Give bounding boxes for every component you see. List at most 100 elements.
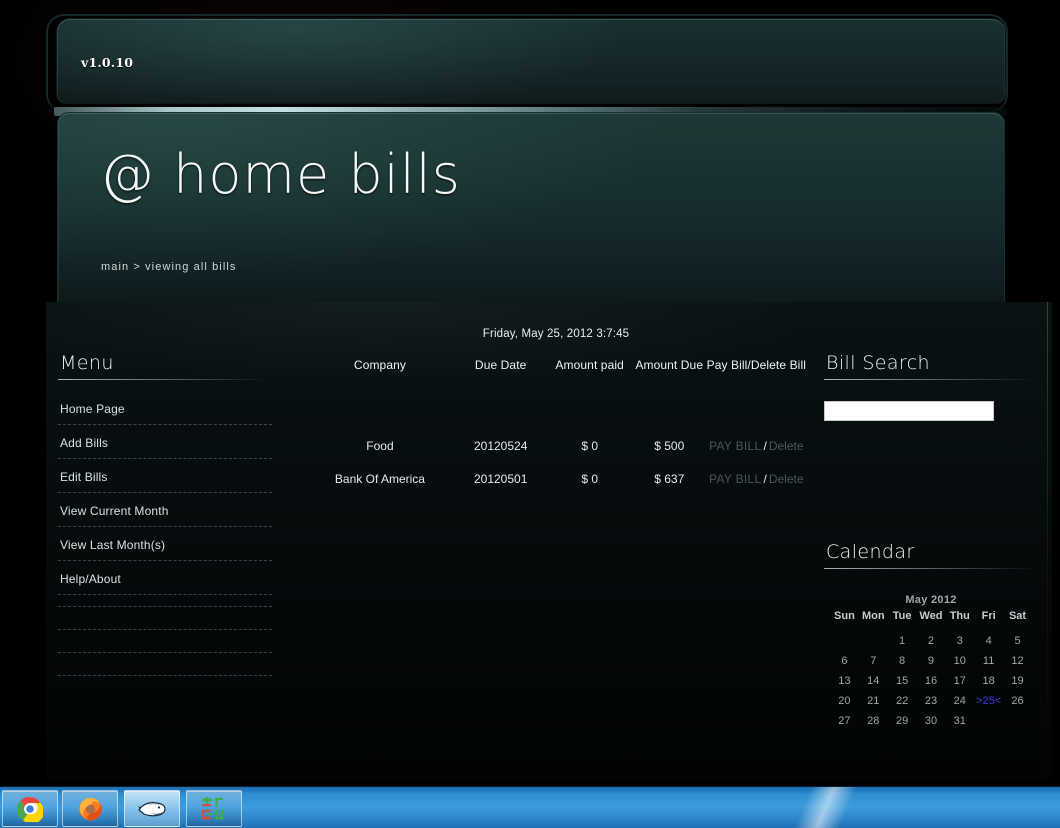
menu-divider <box>58 492 272 493</box>
bills-col-header: Company <box>306 358 454 378</box>
bill-actions-cell: PAY BILL/Delete <box>707 453 806 486</box>
right-column: Bill Search Calendar May 2012 <box>824 352 1038 731</box>
bill-amount-paid: $ 0 <box>547 453 631 486</box>
menu-item-view-last-month-s[interactable]: View Last Month(s) <box>58 538 272 560</box>
calendar-day[interactable]: 19 <box>1003 671 1032 691</box>
calendar-day[interactable]: 24 <box>945 691 974 711</box>
version-bar: v1.0.10 <box>56 18 1006 104</box>
calendar-day[interactable]: 3 <box>945 631 974 651</box>
version-label: v1.0.10 <box>81 55 133 70</box>
calendar-day[interactable]: 10 <box>945 651 974 671</box>
bills-col-header: Amount paid <box>547 358 631 378</box>
calendar-day[interactable]: 17 <box>945 671 974 691</box>
bills-col-header: Due Date <box>454 358 548 378</box>
calendar-day-empty <box>1003 711 1032 731</box>
app-icon <box>200 796 228 822</box>
calendar-day-today[interactable]: >25< <box>974 691 1003 711</box>
bill-amount-paid: $ 0 <box>547 420 631 453</box>
content-right-edge <box>1047 302 1048 772</box>
bills-table: CompanyDue DateAmount paidAmount DuePay … <box>306 358 806 486</box>
menu-heading: Menu <box>58 352 272 374</box>
menu-item-edit-bills[interactable]: Edit Bills <box>58 470 272 492</box>
bills-table-spacer <box>306 378 806 420</box>
page-title: @ home bills <box>100 143 461 206</box>
pay-bill-link[interactable]: PAY BILL <box>709 439 761 453</box>
taskbar-app-button[interactable] <box>186 790 242 827</box>
calendar-day[interactable]: 30 <box>917 711 946 731</box>
calendar-day[interactable]: 22 <box>888 691 917 711</box>
bill-due-date: 20120501 <box>454 453 548 486</box>
calendar-day-empty <box>830 631 859 651</box>
menu-divider-empty <box>58 652 272 653</box>
menu-divider-empty <box>58 675 272 676</box>
menu-item-add-bills[interactable]: Add Bills <box>58 436 272 458</box>
menu-divider <box>58 424 272 425</box>
calendar-day[interactable]: 6 <box>830 651 859 671</box>
calendar-heading: Calendar <box>824 541 1038 563</box>
calendar-weekday: Mon <box>859 610 888 631</box>
menu-item-view-current-month[interactable]: View Current Month <box>58 504 272 526</box>
taskbar-chrome-button[interactable] <box>2 790 58 827</box>
menu-item-home-page[interactable]: Home Page <box>58 402 272 424</box>
calendar-day[interactable]: 4 <box>974 631 1003 651</box>
search-heading: Bill Search <box>824 352 1038 374</box>
calendar-weekday: Tue <box>888 610 917 631</box>
bill-amount-due: $ 637 <box>632 453 707 486</box>
calendar-day[interactable]: 16 <box>917 671 946 691</box>
calendar-day[interactable]: 18 <box>974 671 1003 691</box>
calendar-day[interactable]: 11 <box>974 651 1003 671</box>
calendar-day[interactable]: 14 <box>859 671 888 691</box>
pay-bill-link[interactable]: PAY BILL <box>709 472 761 486</box>
calendar-weekday: Fri <box>974 610 1003 631</box>
calendar-day[interactable]: 12 <box>1003 651 1032 671</box>
menu-divider <box>58 560 272 561</box>
app-panel: v1.0.10 @ home bills main > viewing all … <box>46 18 1006 778</box>
taskbar-sheen <box>736 786 904 828</box>
calendar-day[interactable]: 26 <box>1003 691 1032 711</box>
calendar-day[interactable]: 2 <box>917 631 946 651</box>
menu-item-help-about[interactable]: Help/About <box>58 572 272 594</box>
calendar-day[interactable]: 5 <box>1003 631 1032 651</box>
calendar-day[interactable]: 9 <box>917 651 946 671</box>
calendar-week-row: 6789101112 <box>830 651 1032 671</box>
calendar-weekday-row: SunMonTueWedThuFriSat <box>830 610 1032 631</box>
calendar-day[interactable]: 13 <box>830 671 859 691</box>
calendar-day[interactable]: 23 <box>917 691 946 711</box>
calendar-day[interactable]: 28 <box>859 711 888 731</box>
calendar-day[interactable]: 31 <box>945 711 974 731</box>
calendar-day[interactable]: 8 <box>888 651 917 671</box>
calendar-day[interactable]: 20 <box>830 691 859 711</box>
bill-company: Food <box>306 420 454 453</box>
calendar-weekday: Sun <box>830 610 859 631</box>
calendar-day[interactable]: 21 <box>859 691 888 711</box>
calendar-day[interactable]: 15 <box>888 671 917 691</box>
calendar-day-empty <box>974 711 1003 731</box>
calendar-day[interactable]: 27 <box>830 711 859 731</box>
bill-amount-due: $ 500 <box>632 420 707 453</box>
taskbar <box>0 786 1060 828</box>
action-separator: / <box>762 472 769 486</box>
calendar-day[interactable]: 7 <box>859 651 888 671</box>
calendar-week-row: 12345 <box>830 631 1032 651</box>
menu-divider-empty <box>58 629 272 630</box>
notepadpp-icon <box>137 798 167 820</box>
calendar-day[interactable]: 1 <box>888 631 917 651</box>
taskbar-firefox-button[interactable] <box>62 790 118 827</box>
menu-divider-empty <box>58 606 272 607</box>
calendar-table: May 2012 SunMonTueWedThuFriSat 123456789… <box>830 590 1032 731</box>
action-separator: / <box>762 439 769 453</box>
search-input[interactable] <box>825 402 993 420</box>
bill-company: Bank Of America <box>306 453 454 486</box>
spacer-cell <box>306 378 806 420</box>
menu-divider <box>58 526 272 527</box>
delete-bill-link[interactable]: Delete <box>769 472 804 486</box>
taskbar-notepadpp-button[interactable] <box>124 790 180 827</box>
calendar-day[interactable]: 29 <box>888 711 917 731</box>
datestamp: Friday, May 25, 2012 3:7:45 <box>306 328 806 340</box>
table-row: Bank Of America20120501$ 0$ 637PAY BILL/… <box>306 453 806 486</box>
search-box[interactable] <box>824 401 994 421</box>
chrome-icon <box>17 796 43 822</box>
bill-actions-cell: PAY BILL/Delete <box>707 420 806 453</box>
bills-table-body: Food20120524$ 0$ 500PAY BILL/DeleteBank … <box>306 378 806 486</box>
delete-bill-link[interactable]: Delete <box>769 439 804 453</box>
